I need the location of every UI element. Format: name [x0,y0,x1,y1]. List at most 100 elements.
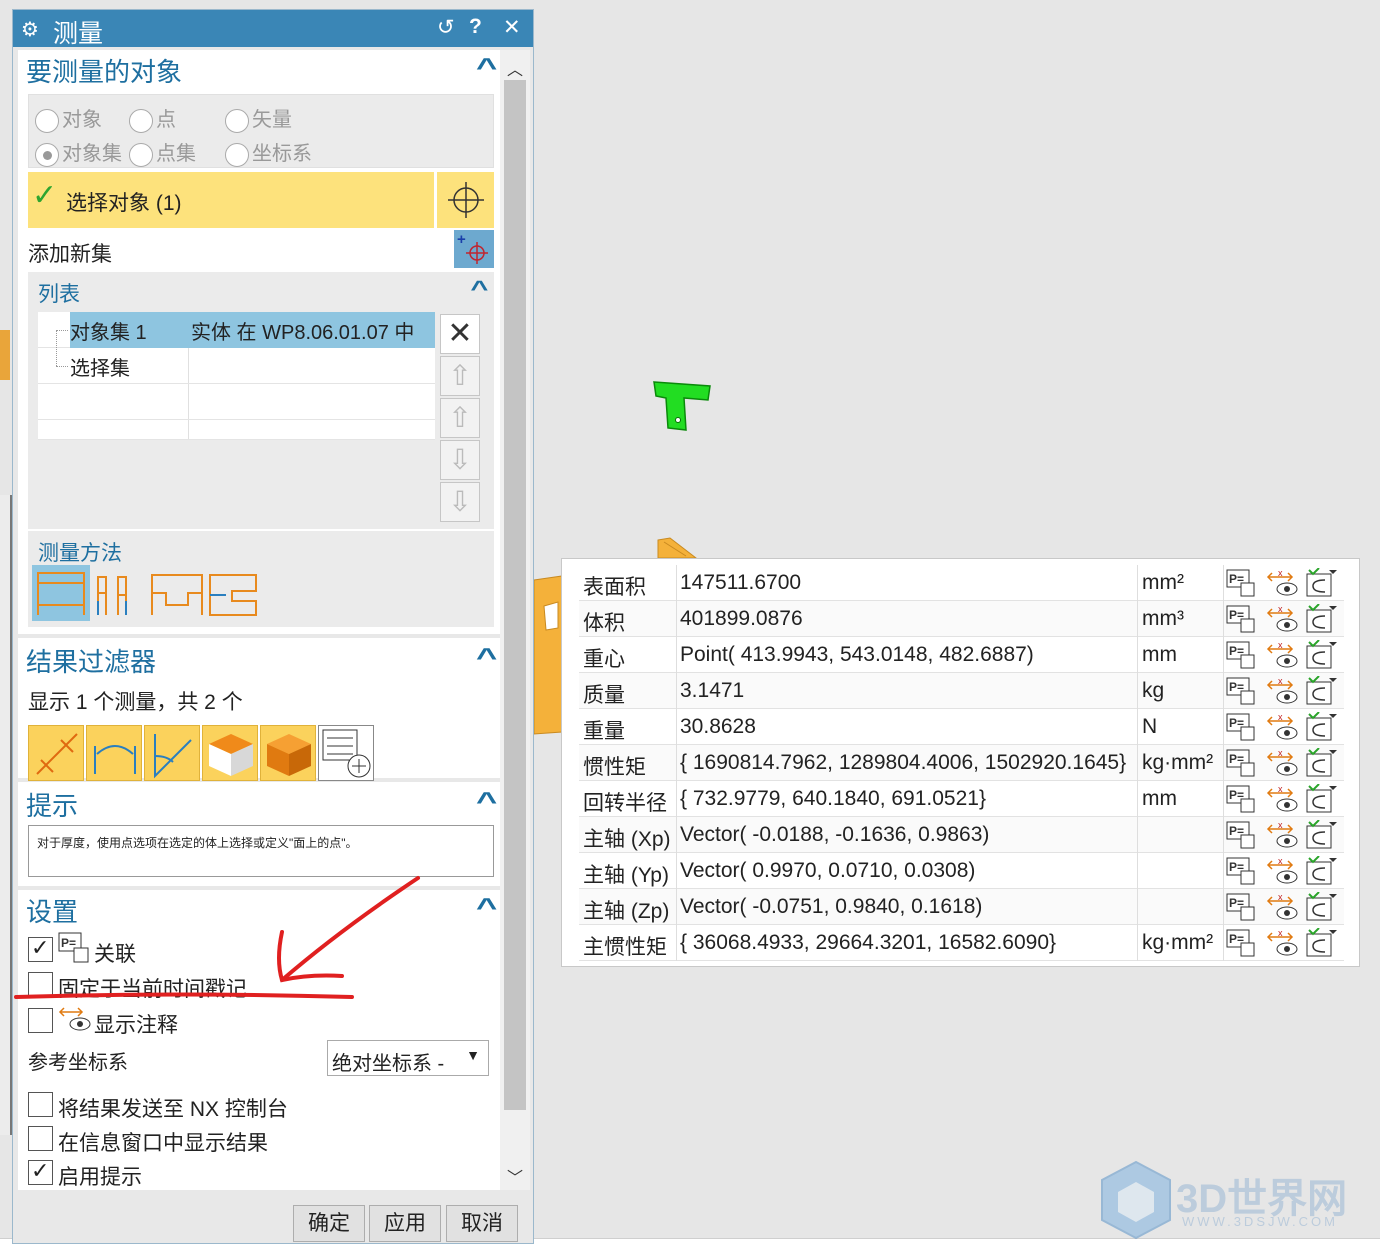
show-annotation-icon[interactable]: x [1265,640,1299,670]
reset-icon[interactable]: ↺ [437,15,455,40]
result-value: 401899.0876 [680,607,803,630]
remove-button[interactable]: ✕ [440,314,480,354]
copy-dropdown-icon[interactable] [1305,891,1339,922]
help-icon[interactable]: ? [469,15,482,39]
result-row[interactable]: 回转半径 { 732.9779, 640.1840, 691.0521} mm P= x [579,781,1344,817]
copy-dropdown-icon[interactable] [1305,567,1339,598]
show-annotation-icon[interactable]: x [1265,784,1299,814]
copy-dropdown-icon[interactable] [1305,855,1339,886]
close-icon[interactable]: ✕ [503,15,521,40]
result-row[interactable]: 惯性矩 { 1690814.7962, 1289804.4006, 1502920… [579,745,1344,781]
orange-part-top [657,537,698,559]
copy-dropdown-icon[interactable] [1305,747,1339,778]
dialog-titlebar[interactable]: ⚙ 测量 ↺ ? ✕ [13,10,533,48]
cube-logo [1101,1160,1171,1240]
associative-icon[interactable]: P= [1225,856,1259,886]
green-part[interactable] [650,378,714,434]
filter-angle2-button[interactable] [144,725,200,781]
show-annotation-icon[interactable]: x [1265,820,1299,850]
copy-dropdown-icon[interactable] [1305,783,1339,814]
show-annotation-icon[interactable]: x [1265,856,1299,886]
associative-icon[interactable]: P= [1225,568,1259,598]
move-up-button[interactable]: ⇧ [440,398,480,438]
copy-dropdown-icon[interactable] [1305,603,1339,634]
result-name: 主轴 (Yp) [583,864,669,887]
result-row[interactable]: 重心 Point( 413.9943, 543.0148, 482.6887) mm… [579,637,1344,673]
filter-volume-button[interactable] [260,725,316,781]
copy-dropdown-icon[interactable] [1305,711,1339,742]
show-annotation-icon[interactable]: x [1265,748,1299,778]
select-object-row[interactable]: ✓ 选择对象 (1) [28,172,434,228]
copy-dropdown-icon[interactable] [1305,639,1339,670]
move-top-button[interactable]: ⇧ [440,356,480,396]
scroll-thumb[interactable] [504,80,526,1110]
result-row[interactable]: 重量 30.8628 N P= x [579,709,1344,745]
show-annotation-icon[interactable]: x [1265,928,1299,958]
radio-object[interactable]: 对象 [35,103,102,133]
show-annotation-icon[interactable]: x [1265,568,1299,598]
filter-area-button[interactable] [202,725,258,781]
section-hint-title[interactable]: 提示 [26,786,78,823]
measure-method-title[interactable]: 测量方法 [38,537,122,567]
column-divider [676,565,677,601]
filter-list-button[interactable] [318,725,374,781]
associative-icon[interactable]: P= [1225,820,1259,850]
show-info-checkbox[interactable] [28,1126,53,1151]
associative-icon[interactable]: P= [1225,604,1259,634]
move-bottom-button[interactable]: ⇩ [440,482,480,522]
add-set-button[interactable]: + [454,230,494,268]
show-annotation-icon[interactable]: x [1265,604,1299,634]
section-filter-title[interactable]: 结果过滤器 [26,642,156,679]
copy-dropdown-icon[interactable] [1305,675,1339,706]
section-objects-title[interactable]: 要测量的对象 [26,52,182,89]
result-row[interactable]: 质量 3.1471 kg P= x [579,673,1344,709]
column-divider [1137,637,1138,673]
radio-point[interactable]: 点 [129,103,176,133]
result-row[interactable]: 主轴 (Yp) Vector( 0.9970, 0.0710, 0.0308) P=… [579,853,1344,889]
copy-dropdown-icon[interactable] [1305,819,1339,850]
scroll-down-icon[interactable]: ﹀ [507,1164,523,1188]
associative-icon[interactable]: P= [1225,748,1259,778]
ok-button[interactable]: 确定 [293,1205,365,1242]
radio-object-set[interactable]: 对象集 [35,137,122,167]
dialog-scrollbar[interactable]: ︿ ﹀ [500,50,530,1190]
associative-icon[interactable]: P= [1225,640,1259,670]
collapse-hint-icon[interactable]: ^ [476,786,497,817]
associative-icon[interactable]: P= [1225,676,1259,706]
associative-icon[interactable]: P= [1225,784,1259,814]
result-row[interactable]: 体积 401899.0876 mm³ P= x [579,601,1344,637]
associative-icon[interactable]: P= [1225,892,1259,922]
filter-angle-button[interactable] [86,725,142,781]
result-row[interactable]: 主轴 (Xp) Vector( -0.0188, -0.1636, 0.9863)… [579,817,1344,853]
radio-vector[interactable]: 矢量 [225,103,292,133]
collapse-objects-icon[interactable]: ^ [476,52,497,83]
send-console-checkbox[interactable] [28,1092,53,1117]
show-annotation-icon[interactable]: x [1265,892,1299,922]
collapse-list-icon[interactable]: ^ [471,276,489,302]
apply-button[interactable]: 应用 [369,1205,441,1242]
filter-distance-button[interactable] [28,725,84,781]
crosshair-button[interactable] [436,172,494,228]
result-row[interactable]: 表面积 147511.6700 mm² P= x [579,565,1344,601]
tree-line [56,330,68,331]
radio-point-set[interactable]: 点集 [129,137,196,167]
list-row-selection-set[interactable]: 选择集 [38,330,435,384]
collapse-settings-icon[interactable]: ^ [476,892,497,923]
result-value: Point( 413.9943, 543.0148, 482.6887) [680,643,1034,666]
result-row[interactable]: 主轴 (Zp) Vector( -0.0751, 0.9840, 0.1618) P… [579,889,1344,925]
list-title[interactable]: 列表 [38,278,80,308]
copy-dropdown-icon[interactable] [1305,927,1339,958]
enable-hint-checkbox[interactable] [28,1158,53,1185]
ref-csys-dropdown[interactable]: 绝对坐标系 - ▼ [327,1040,489,1076]
cancel-button[interactable]: 取消 [446,1205,518,1242]
list-row-object-set-1[interactable]: 对象集 1 实体 在 WP8.06.01.07 中 [38,312,435,348]
associative-icon[interactable]: P= [1225,712,1259,742]
move-down-button[interactable]: ⇩ [440,440,480,480]
collapse-filter-icon[interactable]: ^ [476,642,497,673]
result-row[interactable]: 主惯性矩 { 36068.4933, 29664.3201, 16582.6090… [579,925,1344,961]
scroll-up-icon[interactable]: ︿ [507,56,523,80]
show-annotation-icon[interactable]: x [1265,712,1299,742]
radio-csys[interactable]: 坐标系 [225,137,312,167]
associative-icon[interactable]: P= [1225,928,1259,958]
show-annotation-icon[interactable]: x [1265,676,1299,706]
